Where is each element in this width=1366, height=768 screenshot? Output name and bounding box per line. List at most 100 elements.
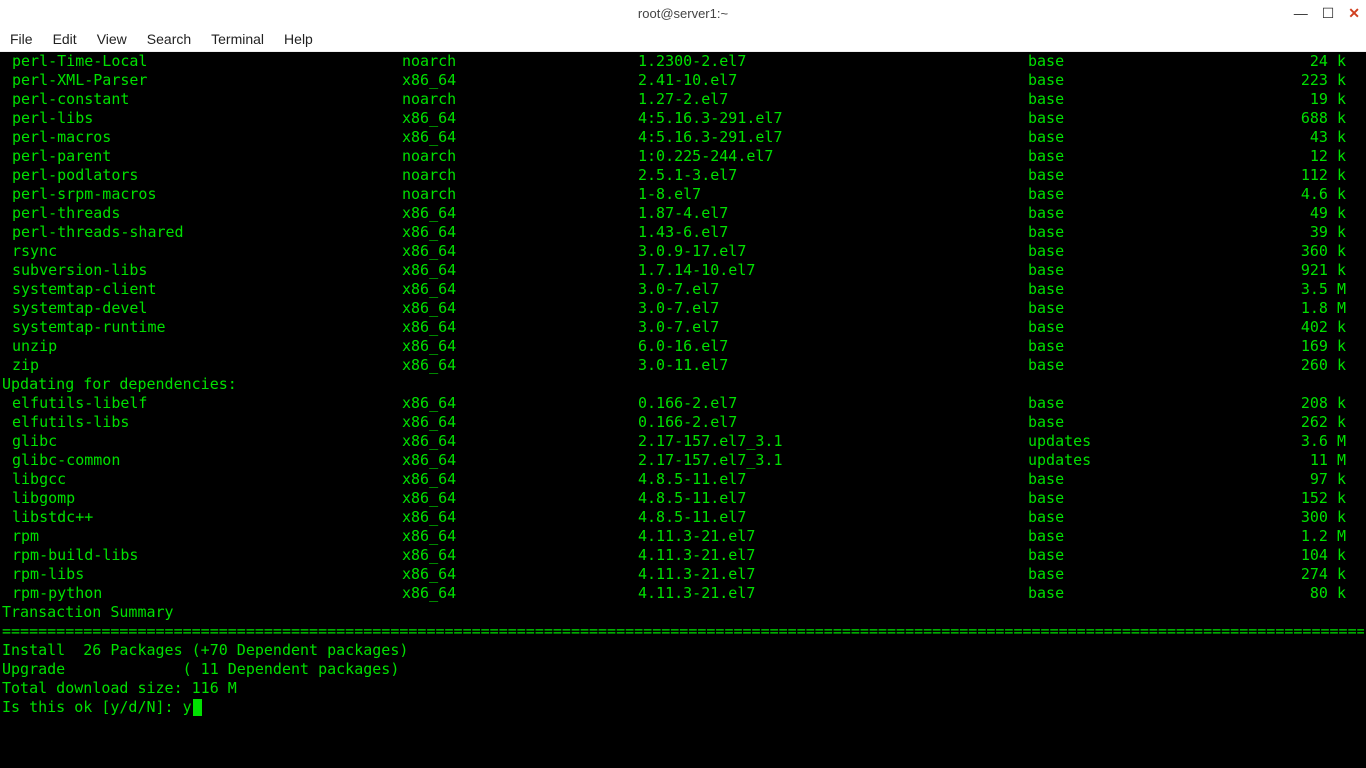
pkg-arch: x86_64 bbox=[402, 299, 638, 318]
prompt-input[interactable]: y bbox=[183, 698, 192, 716]
pkg-version: 1.27-2.el7 bbox=[638, 90, 1028, 109]
pkg-size: 208 k bbox=[1258, 394, 1364, 413]
pkg-name: rsync bbox=[2, 242, 402, 261]
pkg-name: perl-macros bbox=[2, 128, 402, 147]
menu-terminal[interactable]: Terminal bbox=[211, 31, 264, 47]
pkg-repo: base bbox=[1028, 223, 1258, 242]
pkg-name: perl-constant bbox=[2, 90, 402, 109]
pkg-size: 39 k bbox=[1258, 223, 1364, 242]
pkg-name: perl-podlators bbox=[2, 166, 402, 185]
pkg-version: 2.5.1-3.el7 bbox=[638, 166, 1028, 185]
confirm-prompt[interactable]: Is this ok [y/d/N]: y bbox=[2, 698, 1364, 717]
pkg-repo: base bbox=[1028, 527, 1258, 546]
menu-help[interactable]: Help bbox=[284, 31, 313, 47]
pkg-repo: base bbox=[1028, 356, 1258, 375]
pkg-name: libgcc bbox=[2, 470, 402, 489]
pkg-repo: base bbox=[1028, 128, 1258, 147]
package-row: rpm-build-libsx86_644.11.3-21.el7base104… bbox=[2, 546, 1364, 565]
pkg-version: 1.2300-2.el7 bbox=[638, 52, 1028, 71]
pkg-version: 4.8.5-11.el7 bbox=[638, 489, 1028, 508]
pkg-size: 12 k bbox=[1258, 147, 1364, 166]
cursor-icon bbox=[193, 699, 202, 716]
pkg-size: 260 k bbox=[1258, 356, 1364, 375]
pkg-arch: x86_64 bbox=[402, 527, 638, 546]
pkg-version: 1.7.14-10.el7 bbox=[638, 261, 1028, 280]
package-row: rpmx86_644.11.3-21.el7base1.2 M bbox=[2, 527, 1364, 546]
pkg-name: glibc bbox=[2, 432, 402, 451]
menu-search[interactable]: Search bbox=[147, 31, 191, 47]
package-row: elfutils-libsx86_640.166-2.el7base262 k bbox=[2, 413, 1364, 432]
pkg-repo: base bbox=[1028, 242, 1258, 261]
pkg-version: 4:5.16.3-291.el7 bbox=[638, 128, 1028, 147]
pkg-version: 3.0.9-17.el7 bbox=[638, 242, 1028, 261]
pkg-repo: base bbox=[1028, 546, 1258, 565]
menu-file[interactable]: File bbox=[10, 31, 33, 47]
pkg-repo: base bbox=[1028, 584, 1258, 603]
pkg-name: perl-XML-Parser bbox=[2, 71, 402, 90]
pkg-name: perl-parent bbox=[2, 147, 402, 166]
pkg-size: 223 k bbox=[1258, 71, 1364, 90]
pkg-repo: base bbox=[1028, 489, 1258, 508]
package-row: rsyncx86_643.0.9-17.el7base360 k bbox=[2, 242, 1364, 261]
pkg-size: 3.5 M bbox=[1258, 280, 1364, 299]
pkg-repo: base bbox=[1028, 90, 1258, 109]
terminal-output[interactable]: perl-Time-Localnoarch1.2300-2.el7base24 … bbox=[0, 52, 1366, 768]
pkg-version: 1:0.225-244.el7 bbox=[638, 147, 1028, 166]
pkg-repo: base bbox=[1028, 185, 1258, 204]
pkg-name: perl-threads-shared bbox=[2, 223, 402, 242]
pkg-version: 4:5.16.3-291.el7 bbox=[638, 109, 1028, 128]
pkg-size: 49 k bbox=[1258, 204, 1364, 223]
pkg-arch: x86_64 bbox=[402, 204, 638, 223]
pkg-arch: x86_64 bbox=[402, 71, 638, 90]
pkg-arch: x86_64 bbox=[402, 470, 638, 489]
pkg-size: 97 k bbox=[1258, 470, 1364, 489]
pkg-repo: base bbox=[1028, 52, 1258, 71]
minimize-icon[interactable]: — bbox=[1294, 5, 1308, 21]
pkg-size: 688 k bbox=[1258, 109, 1364, 128]
package-row: perl-constantnoarch1.27-2.el7base19 k bbox=[2, 90, 1364, 109]
divider-line: ========================================… bbox=[2, 622, 1364, 641]
pkg-version: 4.11.3-21.el7 bbox=[638, 584, 1028, 603]
pkg-size: 112 k bbox=[1258, 166, 1364, 185]
pkg-size: 262 k bbox=[1258, 413, 1364, 432]
pkg-version: 1-8.el7 bbox=[638, 185, 1028, 204]
pkg-repo: base bbox=[1028, 109, 1258, 128]
package-row: rpm-libsx86_644.11.3-21.el7base274 k bbox=[2, 565, 1364, 584]
pkg-arch: x86_64 bbox=[402, 584, 638, 603]
pkg-repo: base bbox=[1028, 470, 1258, 489]
pkg-name: zip bbox=[2, 356, 402, 375]
pkg-size: 360 k bbox=[1258, 242, 1364, 261]
pkg-repo: base bbox=[1028, 394, 1258, 413]
pkg-name: unzip bbox=[2, 337, 402, 356]
pkg-arch: noarch bbox=[402, 52, 638, 71]
pkg-size: 24 k bbox=[1258, 52, 1364, 71]
menu-view[interactable]: View bbox=[97, 31, 127, 47]
pkg-repo: base bbox=[1028, 71, 1258, 90]
pkg-size: 921 k bbox=[1258, 261, 1364, 280]
pkg-version: 0.166-2.el7 bbox=[638, 413, 1028, 432]
pkg-repo: base bbox=[1028, 166, 1258, 185]
pkg-version: 6.0-16.el7 bbox=[638, 337, 1028, 356]
pkg-size: 402 k bbox=[1258, 318, 1364, 337]
window-controls: — ☐ ✕ bbox=[1294, 0, 1360, 26]
package-row: elfutils-libelfx86_640.166-2.el7base208 … bbox=[2, 394, 1364, 413]
pkg-repo: base bbox=[1028, 261, 1258, 280]
pkg-name: systemtap-client bbox=[2, 280, 402, 299]
pkg-version: 2.41-10.el7 bbox=[638, 71, 1028, 90]
pkg-arch: noarch bbox=[402, 147, 638, 166]
maximize-icon[interactable]: ☐ bbox=[1322, 5, 1335, 22]
package-row: zipx86_643.0-11.el7base260 k bbox=[2, 356, 1364, 375]
pkg-size: 19 k bbox=[1258, 90, 1364, 109]
package-row: libgompx86_644.8.5-11.el7base152 k bbox=[2, 489, 1364, 508]
pkg-arch: x86_64 bbox=[402, 565, 638, 584]
menu-edit[interactable]: Edit bbox=[53, 31, 77, 47]
pkg-size: 43 k bbox=[1258, 128, 1364, 147]
pkg-arch: noarch bbox=[402, 90, 638, 109]
pkg-version: 3.0-7.el7 bbox=[638, 299, 1028, 318]
pkg-arch: x86_64 bbox=[402, 337, 638, 356]
pkg-repo: base bbox=[1028, 147, 1258, 166]
pkg-arch: noarch bbox=[402, 166, 638, 185]
close-icon[interactable]: ✕ bbox=[1348, 5, 1360, 22]
pkg-arch: x86_64 bbox=[402, 451, 638, 470]
summary-install: Install 26 Packages (+70 Dependent packa… bbox=[2, 641, 1364, 660]
